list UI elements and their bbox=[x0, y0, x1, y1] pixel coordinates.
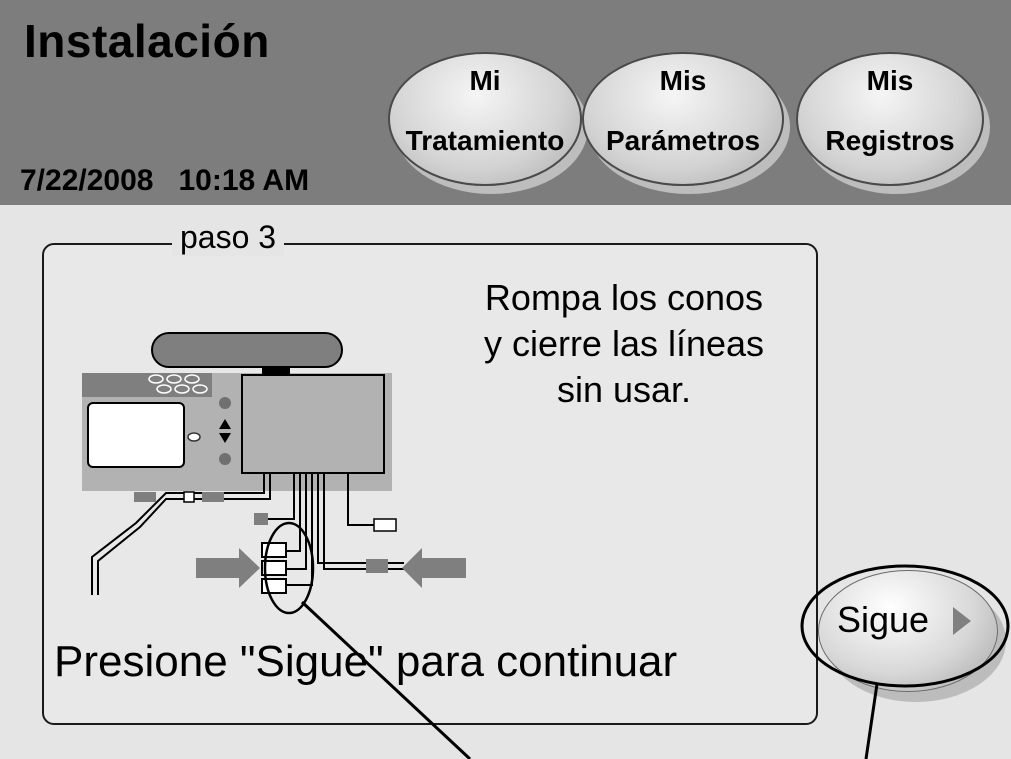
screen: Instalación 7/22/2008 10:18 AM Mi Tratami… bbox=[0, 0, 1011, 759]
nav-mis-registros-button[interactable]: Mis Registros bbox=[796, 52, 984, 186]
device-indicator-bottom bbox=[219, 453, 231, 465]
manifold-clamp-bottom bbox=[261, 578, 287, 594]
manifold-clamp-top bbox=[261, 542, 287, 558]
sigue-button[interactable]: Sigue bbox=[818, 570, 998, 692]
date-text: 7/22/2008 bbox=[20, 164, 154, 197]
callout-line-sigue bbox=[864, 683, 879, 759]
right-arrow-icon bbox=[402, 548, 466, 588]
nav-mis-parametros-button[interactable]: Mis Parámetros bbox=[582, 52, 784, 186]
step-panel: paso 3 Rompa los conos y cierre las líne… bbox=[42, 219, 818, 725]
nav-label-line2: Parámetros bbox=[605, 125, 761, 156]
device-top-strip bbox=[82, 373, 212, 397]
nav-label-line2: Registros bbox=[825, 125, 955, 156]
time-text: 10:18 AM bbox=[178, 164, 310, 197]
connector-mid-small bbox=[183, 491, 195, 503]
step-label: paso 3 bbox=[172, 219, 285, 256]
device-indicator-top bbox=[219, 397, 231, 409]
nav-label-line2: Tratamiento bbox=[405, 125, 565, 156]
sigue-button-label: Sigue bbox=[837, 599, 930, 640]
device-small-button bbox=[187, 432, 201, 442]
manifold-clamp-mid bbox=[261, 560, 287, 576]
cassette-tab bbox=[262, 367, 290, 375]
nav-label-line1: Mi bbox=[469, 65, 501, 96]
device-diagram bbox=[82, 332, 466, 595]
connector-cap-right bbox=[373, 518, 397, 532]
continue-instruction: Presione "Sigue" para continuar bbox=[54, 637, 678, 686]
play-triangle-icon bbox=[953, 607, 971, 635]
date-time: 7/22/2008 10:18 AM bbox=[20, 164, 309, 198]
connector-right-clamp bbox=[366, 559, 388, 573]
device-handle bbox=[151, 332, 343, 368]
left-arrow-icon bbox=[196, 548, 260, 588]
nav-label-line1: Mis bbox=[659, 65, 707, 96]
device-screen bbox=[87, 402, 185, 468]
connector-line-end bbox=[254, 513, 268, 525]
nav-mi-tratamiento-button[interactable]: Mi Tratamiento bbox=[388, 52, 582, 186]
connector-left bbox=[134, 492, 156, 502]
header-bar: Instalación 7/22/2008 10:18 AM Mi Tratami… bbox=[0, 0, 1011, 205]
nav-label-line1: Mis bbox=[866, 65, 914, 96]
cassette bbox=[241, 374, 385, 474]
connector-mid bbox=[202, 492, 224, 502]
page-title: Instalación bbox=[24, 15, 270, 67]
